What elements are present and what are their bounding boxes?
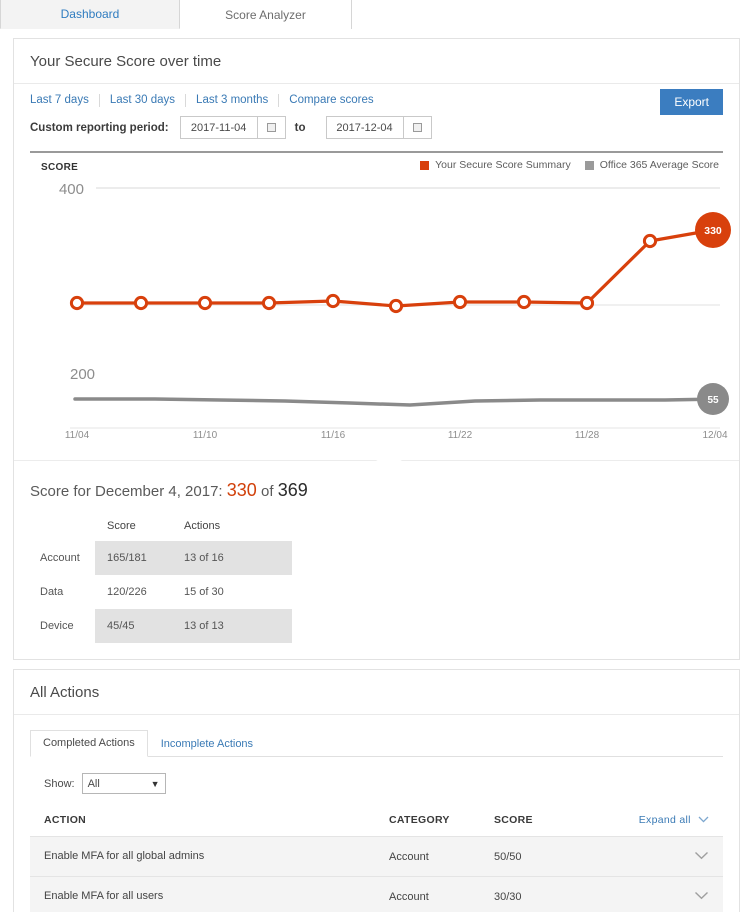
top-tab-strip: Dashboard Score Analyzer	[0, 0, 753, 29]
export-button[interactable]: Export	[660, 89, 723, 115]
calendar-icon-from[interactable]	[256, 117, 285, 138]
expand-all-link[interactable]: Expand all	[624, 814, 709, 826]
chevron-down-icon-expand-all	[698, 816, 709, 823]
action-score: 30/30	[494, 890, 522, 903]
custom-period-row: Custom reporting period: 2017-11-04 to 2…	[14, 107, 739, 139]
chevron-down-icon-row	[695, 851, 708, 859]
score-row-actions-data: 15 of 30	[184, 586, 224, 598]
tab-score-analyzer[interactable]: Score Analyzer	[180, 0, 352, 29]
xtick-3: 11/22	[447, 430, 473, 441]
endpoint-label-gray: 55	[707, 395, 719, 406]
show-filter-value: All	[87, 777, 100, 790]
secure-score-panel: Your Secure Score over time Last 7 days …	[13, 38, 740, 660]
row-expand-toggle[interactable]	[624, 891, 709, 903]
score-for-date-heading: Score for December 4, 2017: 330 of 369	[14, 467, 739, 501]
score-table-row-account: Account 165/181 13 of 16	[14, 541, 292, 575]
ytick-label-200: 200	[70, 366, 95, 383]
action-category: Account	[389, 890, 429, 903]
score-row-category-data: Data	[40, 586, 64, 598]
orange-data-points	[69, 233, 658, 314]
action-name: Enable MFA for all global admins	[44, 850, 205, 862]
range-link-last-3-months[interactable]: Last 3 months	[196, 94, 280, 107]
chevron-down-icon-select: ▼	[150, 778, 160, 789]
tab-completed-actions[interactable]: Completed Actions	[30, 730, 148, 757]
show-filter-label: Show:	[44, 777, 75, 790]
actions-col-score: SCORE	[494, 814, 533, 826]
xtick-0: 11/04	[64, 430, 90, 441]
show-filter-row: Show: All ▼	[44, 773, 723, 794]
score-col-category	[14, 520, 95, 541]
date-from-value[interactable]: 2017-11-04	[181, 117, 257, 138]
panel-title-secure-score: Your Secure Score over time	[14, 39, 739, 84]
line-office365-average	[73, 397, 722, 407]
score-row-actions-account: 13 of 16	[184, 541, 292, 575]
score-heading-prefix: Score for December 4, 2017:	[30, 483, 223, 500]
row-expand-toggle[interactable]	[624, 851, 709, 863]
score-table-header-row: Score Actions	[14, 520, 292, 541]
date-to-field[interactable]: 2017-12-04	[325, 116, 432, 139]
score-col-score: Score	[107, 520, 136, 532]
tab-incomplete-actions-label: Incomplete Actions	[160, 738, 254, 750]
panel-title-all-actions: All Actions	[14, 670, 739, 715]
table-row[interactable]: Enable MFA for all global admins Account…	[30, 836, 723, 876]
score-max-value: 369	[277, 480, 308, 500]
score-row-score-account: 165/181	[95, 541, 184, 575]
actions-col-category: CATEGORY	[389, 814, 450, 826]
chart-canvas: 400 200 55 330	[59, 181, 731, 429]
score-row-category-account: Account	[40, 552, 80, 564]
endpoint-label-orange: 330	[704, 225, 722, 237]
chart-score-divider	[14, 453, 739, 467]
actions-table-header: ACTION CATEGORY SCORE Expand all	[30, 814, 723, 836]
score-row-actions-device: 13 of 13	[184, 609, 292, 643]
score-row-score-data: 120/226	[107, 586, 147, 598]
tab-dashboard[interactable]: Dashboard	[0, 0, 180, 29]
xtick-1: 11/10	[192, 430, 218, 441]
xtick-2: 11/16	[320, 430, 346, 441]
score-value: 330	[226, 480, 257, 500]
action-name: Enable MFA for all users	[44, 890, 164, 902]
show-filter-select[interactable]: All ▼	[81, 773, 166, 794]
tab-completed-actions-label: Completed Actions	[43, 737, 135, 749]
chart-x-axis-ticks: 11/04 11/10 11/16 11/22 11/28 12/04	[30, 430, 728, 444]
secure-score-chart: SCORE Your Secure Score Summary Office 3…	[30, 153, 731, 453]
range-link-last-7-days[interactable]: Last 7 days	[30, 94, 100, 107]
action-category: Account	[389, 850, 429, 863]
date-to-value[interactable]: 2017-12-04	[327, 117, 403, 138]
expand-all-label: Expand all	[638, 814, 691, 826]
range-links-row: Last 7 days Last 30 days Last 3 months C…	[14, 84, 739, 115]
line-your-secure-score	[77, 228, 714, 308]
chevron-down-icon-row	[695, 891, 708, 899]
all-actions-panel: All Actions Completed Actions Incomplete…	[13, 669, 740, 912]
score-row-category-device: Device	[40, 620, 74, 632]
date-range-to-label: to	[294, 121, 306, 134]
score-breakdown-table: Score Actions Account 165/181 13 of 16 D…	[14, 520, 292, 643]
xtick-4: 11/28	[574, 430, 600, 441]
xtick-5: 12/04	[702, 430, 728, 441]
date-from-field[interactable]: 2017-11-04	[179, 116, 286, 139]
actions-tab-strip: Completed Actions Incomplete Actions	[30, 730, 723, 757]
action-score: 50/50	[494, 850, 522, 863]
tab-incomplete-actions[interactable]: Incomplete Actions	[148, 731, 266, 757]
score-of-word: of	[261, 483, 274, 500]
range-link-last-30-days[interactable]: Last 30 days	[110, 94, 187, 107]
tab-strip-filler	[352, 0, 753, 29]
score-table-row-device: Device 45/45 13 of 13	[14, 609, 292, 643]
table-row[interactable]: Enable MFA for all users Account 30/30	[30, 876, 723, 912]
actions-col-action: ACTION	[44, 814, 87, 826]
calendar-icon-to[interactable]	[402, 117, 431, 138]
range-link-compare-scores[interactable]: Compare scores	[289, 94, 383, 107]
tab-score-analyzer-label: Score Analyzer	[225, 7, 306, 22]
score-table-row-data: Data 120/226 15 of 30	[14, 575, 292, 609]
tab-dashboard-label: Dashboard	[60, 7, 120, 21]
score-row-score-device: 45/45	[95, 609, 184, 643]
custom-period-label: Custom reporting period:	[30, 121, 169, 134]
ytick-label-400: 400	[59, 181, 84, 198]
score-col-actions: Actions	[184, 520, 221, 532]
